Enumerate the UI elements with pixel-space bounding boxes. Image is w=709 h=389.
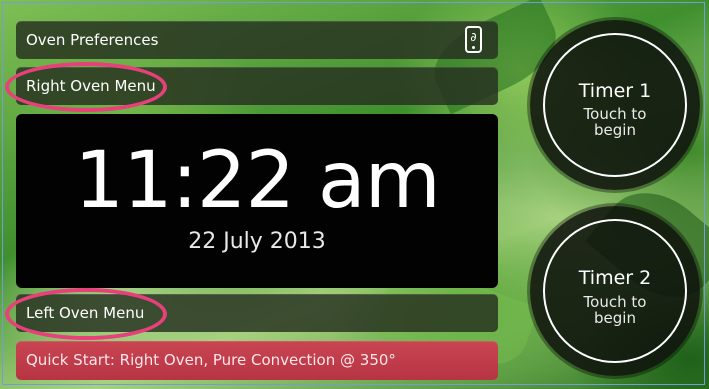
clock-panel: 11:22 am 22 July 2013 — [16, 114, 498, 288]
timer-1-button[interactable]: Timer 1 Touch to begin — [530, 20, 700, 190]
timer-2-title: Timer 2 — [578, 267, 652, 289]
left-oven-menu-button[interactable]: Left Oven Menu — [16, 294, 498, 332]
right-oven-menu-label: Right Oven Menu — [26, 77, 156, 95]
timer-2-button[interactable]: Timer 2 Touch to begin — [530, 206, 700, 376]
timer-1-title: Timer 1 — [578, 80, 652, 102]
timer-ring — [543, 219, 687, 363]
current-date: 22 July 2013 — [188, 229, 326, 254]
quick-start-label: Quick Start: Right Oven, Pure Convection… — [26, 351, 396, 369]
oven-preferences-label: Oven Preferences — [26, 31, 159, 49]
current-time: 11:22 am — [74, 136, 440, 226]
oven-preferences-button[interactable]: Oven Preferences ∂ — [16, 21, 498, 59]
phone-icon[interactable]: ∂ — [465, 26, 482, 53]
right-oven-menu-button[interactable]: Right Oven Menu — [16, 67, 498, 105]
timer-2-subtitle: Touch to begin — [583, 293, 647, 327]
quick-start-button[interactable]: Quick Start: Right Oven, Pure Convection… — [16, 341, 498, 380]
oven-control-screen: Oven Preferences ∂ Right Oven Menu 11:22… — [0, 0, 709, 389]
timer-1-subtitle: Touch to begin — [583, 105, 647, 139]
left-oven-menu-label: Left Oven Menu — [26, 304, 145, 322]
